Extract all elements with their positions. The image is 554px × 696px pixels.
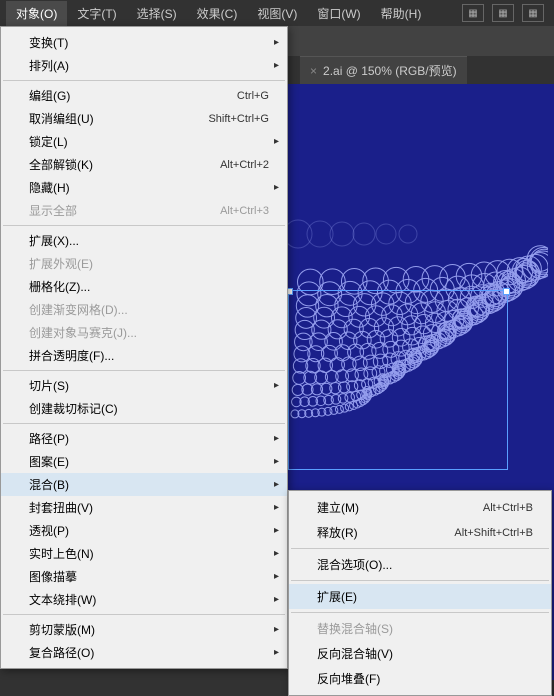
menu-item[interactable]: 创建裁切标记(C) [1,397,287,420]
menu-选择[interactable]: 选择(S) [127,1,187,26]
menu-item-label: 编组(G) [29,87,237,104]
submenu-item[interactable]: 反向堆叠(F) [289,666,551,691]
menu-item[interactable]: 复合路径(O) [1,641,287,664]
menu-item[interactable]: 变换(T) [1,31,287,54]
menu-shortcut: Alt+Ctrl+3 [220,205,269,217]
menu-item[interactable]: 栅格化(Z)... [1,275,287,298]
menu-item: 扩展外观(E) [1,252,287,275]
menu-item-label: 排列(A) [29,57,269,74]
arrange-icon[interactable]: ▦ [522,4,544,22]
menu-帮助[interactable]: 帮助(H) [371,1,432,26]
menu-item-label: 创建裁切标记(C) [29,400,269,417]
document-tab[interactable]: × 2.ai @ 150% (RGB/预览) [300,56,467,84]
menu-item-label: 混合(B) [29,476,269,493]
menu-item[interactable]: 取消编组(U)Shift+Ctrl+G [1,107,287,130]
menu-item: 创建渐变网格(D)... [1,298,287,321]
menu-item-label: 扩展(X)... [29,232,269,249]
menu-item-label: 图像描摹 [29,568,269,585]
menu-item-label: 封套扭曲(V) [29,499,269,516]
object-menu: 变换(T)排列(A)编组(G)Ctrl+G取消编组(U)Shift+Ctrl+G… [0,26,288,669]
separator [3,80,285,81]
submenu-item: 替换混合轴(S) [289,616,551,641]
separator [3,225,285,226]
menu-item[interactable]: 全部解锁(K)Alt+Ctrl+2 [1,153,287,176]
menu-item[interactable]: 图案(E) [1,450,287,473]
menu-shortcut: Shift+Ctrl+G [208,113,269,125]
menu-item[interactable]: 实时上色(N) [1,542,287,565]
menu-item[interactable]: 文本绕排(W) [1,588,287,611]
menu-item-label: 创建渐变网格(D)... [29,301,269,318]
menu-item-label: 显示全部 [29,202,220,219]
menu-item[interactable]: 切片(S) [1,374,287,397]
menu-item[interactable]: 扩展(X)... [1,229,287,252]
menu-对象[interactable]: 对象(O) [6,1,67,26]
menu-item[interactable]: 透视(P) [1,519,287,542]
menu-item-label: 栅格化(Z)... [29,278,269,295]
menu-shortcut: Ctrl+G [237,90,269,102]
menu-item-label: 隐藏(H) [29,179,269,196]
menu-效果[interactable]: 效果(C) [187,1,248,26]
tab-label: 2.ai @ 150% (RGB/预览) [323,62,457,79]
submenu-item[interactable]: 扩展(E) [289,584,551,609]
menu-item-label: 变换(T) [29,34,269,51]
submenu-item[interactable]: 反向混合轴(V) [289,641,551,666]
separator [291,548,549,549]
menu-窗口[interactable]: 窗口(W) [307,1,370,26]
menu-item-label: 路径(P) [29,430,269,447]
menu-item-label: 锁定(L) [29,133,269,150]
menu-item[interactable]: 编组(G)Ctrl+G [1,84,287,107]
menu-shortcut: Alt+Ctrl+2 [220,159,269,171]
blend-submenu: 建立(M)Alt+Ctrl+B释放(R)Alt+Shift+Ctrl+B混合选项… [288,490,552,696]
selection-box[interactable] [288,290,508,470]
menu-item[interactable]: 混合(B) [1,473,287,496]
submenu-item-label: 建立(M) [317,499,483,516]
menu-item: 显示全部Alt+Ctrl+3 [1,199,287,222]
menu-item[interactable]: 封套扭曲(V) [1,496,287,519]
submenu-item-label: 混合选项(O)... [317,556,533,573]
menu-item-label: 扩展外观(E) [29,255,269,272]
submenu-item-label: 释放(R) [317,524,454,541]
menu-item[interactable]: 锁定(L) [1,130,287,153]
menu-item[interactable]: 图像描摹 [1,565,287,588]
close-icon[interactable]: × [310,64,317,78]
separator [291,580,549,581]
grid-icon[interactable]: ▦ [462,4,484,22]
menu-item-label: 拼合透明度(F)... [29,347,269,364]
menu-item-label: 文本绕排(W) [29,591,269,608]
separator [3,423,285,424]
menu-item-label: 透视(P) [29,522,269,539]
submenu-shortcut: Alt+Shift+Ctrl+B [454,527,533,539]
menu-item[interactable]: 隐藏(H) [1,176,287,199]
menu-item[interactable]: 排列(A) [1,54,287,77]
menu-item-label: 全部解锁(K) [29,156,220,173]
menu-视图[interactable]: 视图(V) [247,1,307,26]
menu-item: 创建对象马赛克(J)... [1,321,287,344]
separator [291,612,549,613]
menu-文字[interactable]: 文字(T) [67,1,126,26]
separator [3,370,285,371]
menu-item[interactable]: 剪切蒙版(M) [1,618,287,641]
menu-item-label: 实时上色(N) [29,545,269,562]
menu-item-label: 图案(E) [29,453,269,470]
menu-item[interactable]: 拼合透明度(F)... [1,344,287,367]
menu-item-label: 剪切蒙版(M) [29,621,269,638]
submenu-item[interactable]: 混合选项(O)... [289,552,551,577]
artboard-icon[interactable]: ▦ [492,4,514,22]
menu-item[interactable]: 路径(P) [1,427,287,450]
menu-item-label: 复合路径(O) [29,644,269,661]
submenu-item[interactable]: 建立(M)Alt+Ctrl+B [289,495,551,520]
submenu-shortcut: Alt+Ctrl+B [483,502,533,514]
submenu-item[interactable]: 释放(R)Alt+Shift+Ctrl+B [289,520,551,545]
submenu-item-label: 反向混合轴(V) [317,645,533,662]
menu-item-label: 切片(S) [29,377,269,394]
submenu-item-label: 反向堆叠(F) [317,670,533,687]
menu-item-label: 取消编组(U) [29,110,208,127]
submenu-item-label: 替换混合轴(S) [317,620,533,637]
menubar: 对象(O)文字(T)选择(S)效果(C)视图(V)窗口(W)帮助(H) ▦ ▦ ▦ [0,0,554,26]
separator [3,614,285,615]
submenu-item-label: 扩展(E) [317,588,533,605]
menu-item-label: 创建对象马赛克(J)... [29,324,269,341]
